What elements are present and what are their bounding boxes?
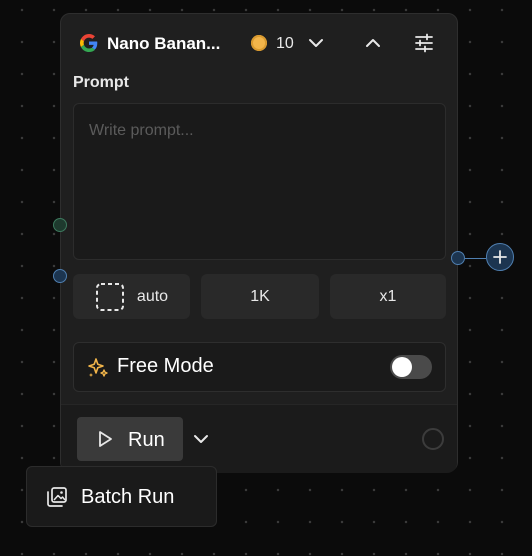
coin-icon <box>251 35 267 51</box>
output-port[interactable] <box>451 251 465 265</box>
node-title: Nano Banan... <box>107 34 221 53</box>
play-icon <box>99 431 112 447</box>
prompt-input[interactable] <box>74 104 445 259</box>
sliders-icon[interactable] <box>414 33 434 53</box>
image-count-button[interactable]: x1 <box>330 274 446 319</box>
chevron-down-icon[interactable] <box>306 33 326 53</box>
free-mode-toggle[interactable] <box>390 355 432 379</box>
prompt-box <box>73 103 446 260</box>
google-logo-icon <box>80 34 98 52</box>
aspect-ratio-button[interactable]: auto <box>73 274 190 319</box>
nano-banana-node[interactable]: Nano Banan... 10 Prompt auto 1K x1 <box>60 13 458 473</box>
sparkles-icon <box>88 358 108 377</box>
image-count-label: x1 <box>379 287 397 305</box>
free-mode-label: Free Mode <box>117 355 214 377</box>
prompt-label: Prompt <box>73 74 129 91</box>
chevron-up-icon[interactable] <box>363 33 383 53</box>
status-spinner <box>422 428 444 450</box>
image-stack-icon <box>47 487 67 507</box>
aspect-ratio-icon <box>95 282 124 311</box>
node-footer: Run <box>61 404 457 473</box>
batch-run-menu-item[interactable]: Batch Run <box>26 466 217 527</box>
node-header: Nano Banan... 10 <box>61 14 457 72</box>
resolution-label: 1K <box>250 287 270 305</box>
chevron-down-icon[interactable] <box>191 429 211 449</box>
free-mode-row: Free Mode <box>73 342 446 392</box>
resolution-button[interactable]: 1K <box>201 274 319 319</box>
input-port-prompt[interactable] <box>53 218 67 232</box>
input-port-image[interactable] <box>53 269 67 283</box>
run-label: Run <box>128 429 165 451</box>
aspect-ratio-label: auto <box>136 287 169 305</box>
plus-icon <box>493 250 507 264</box>
output-connector-line <box>465 258 486 259</box>
run-button[interactable]: Run <box>77 417 183 461</box>
credits-count: 10 <box>276 35 294 52</box>
add-output-button[interactable] <box>486 243 514 271</box>
toggle-knob <box>392 357 412 377</box>
batch-run-label: Batch Run <box>81 486 175 508</box>
